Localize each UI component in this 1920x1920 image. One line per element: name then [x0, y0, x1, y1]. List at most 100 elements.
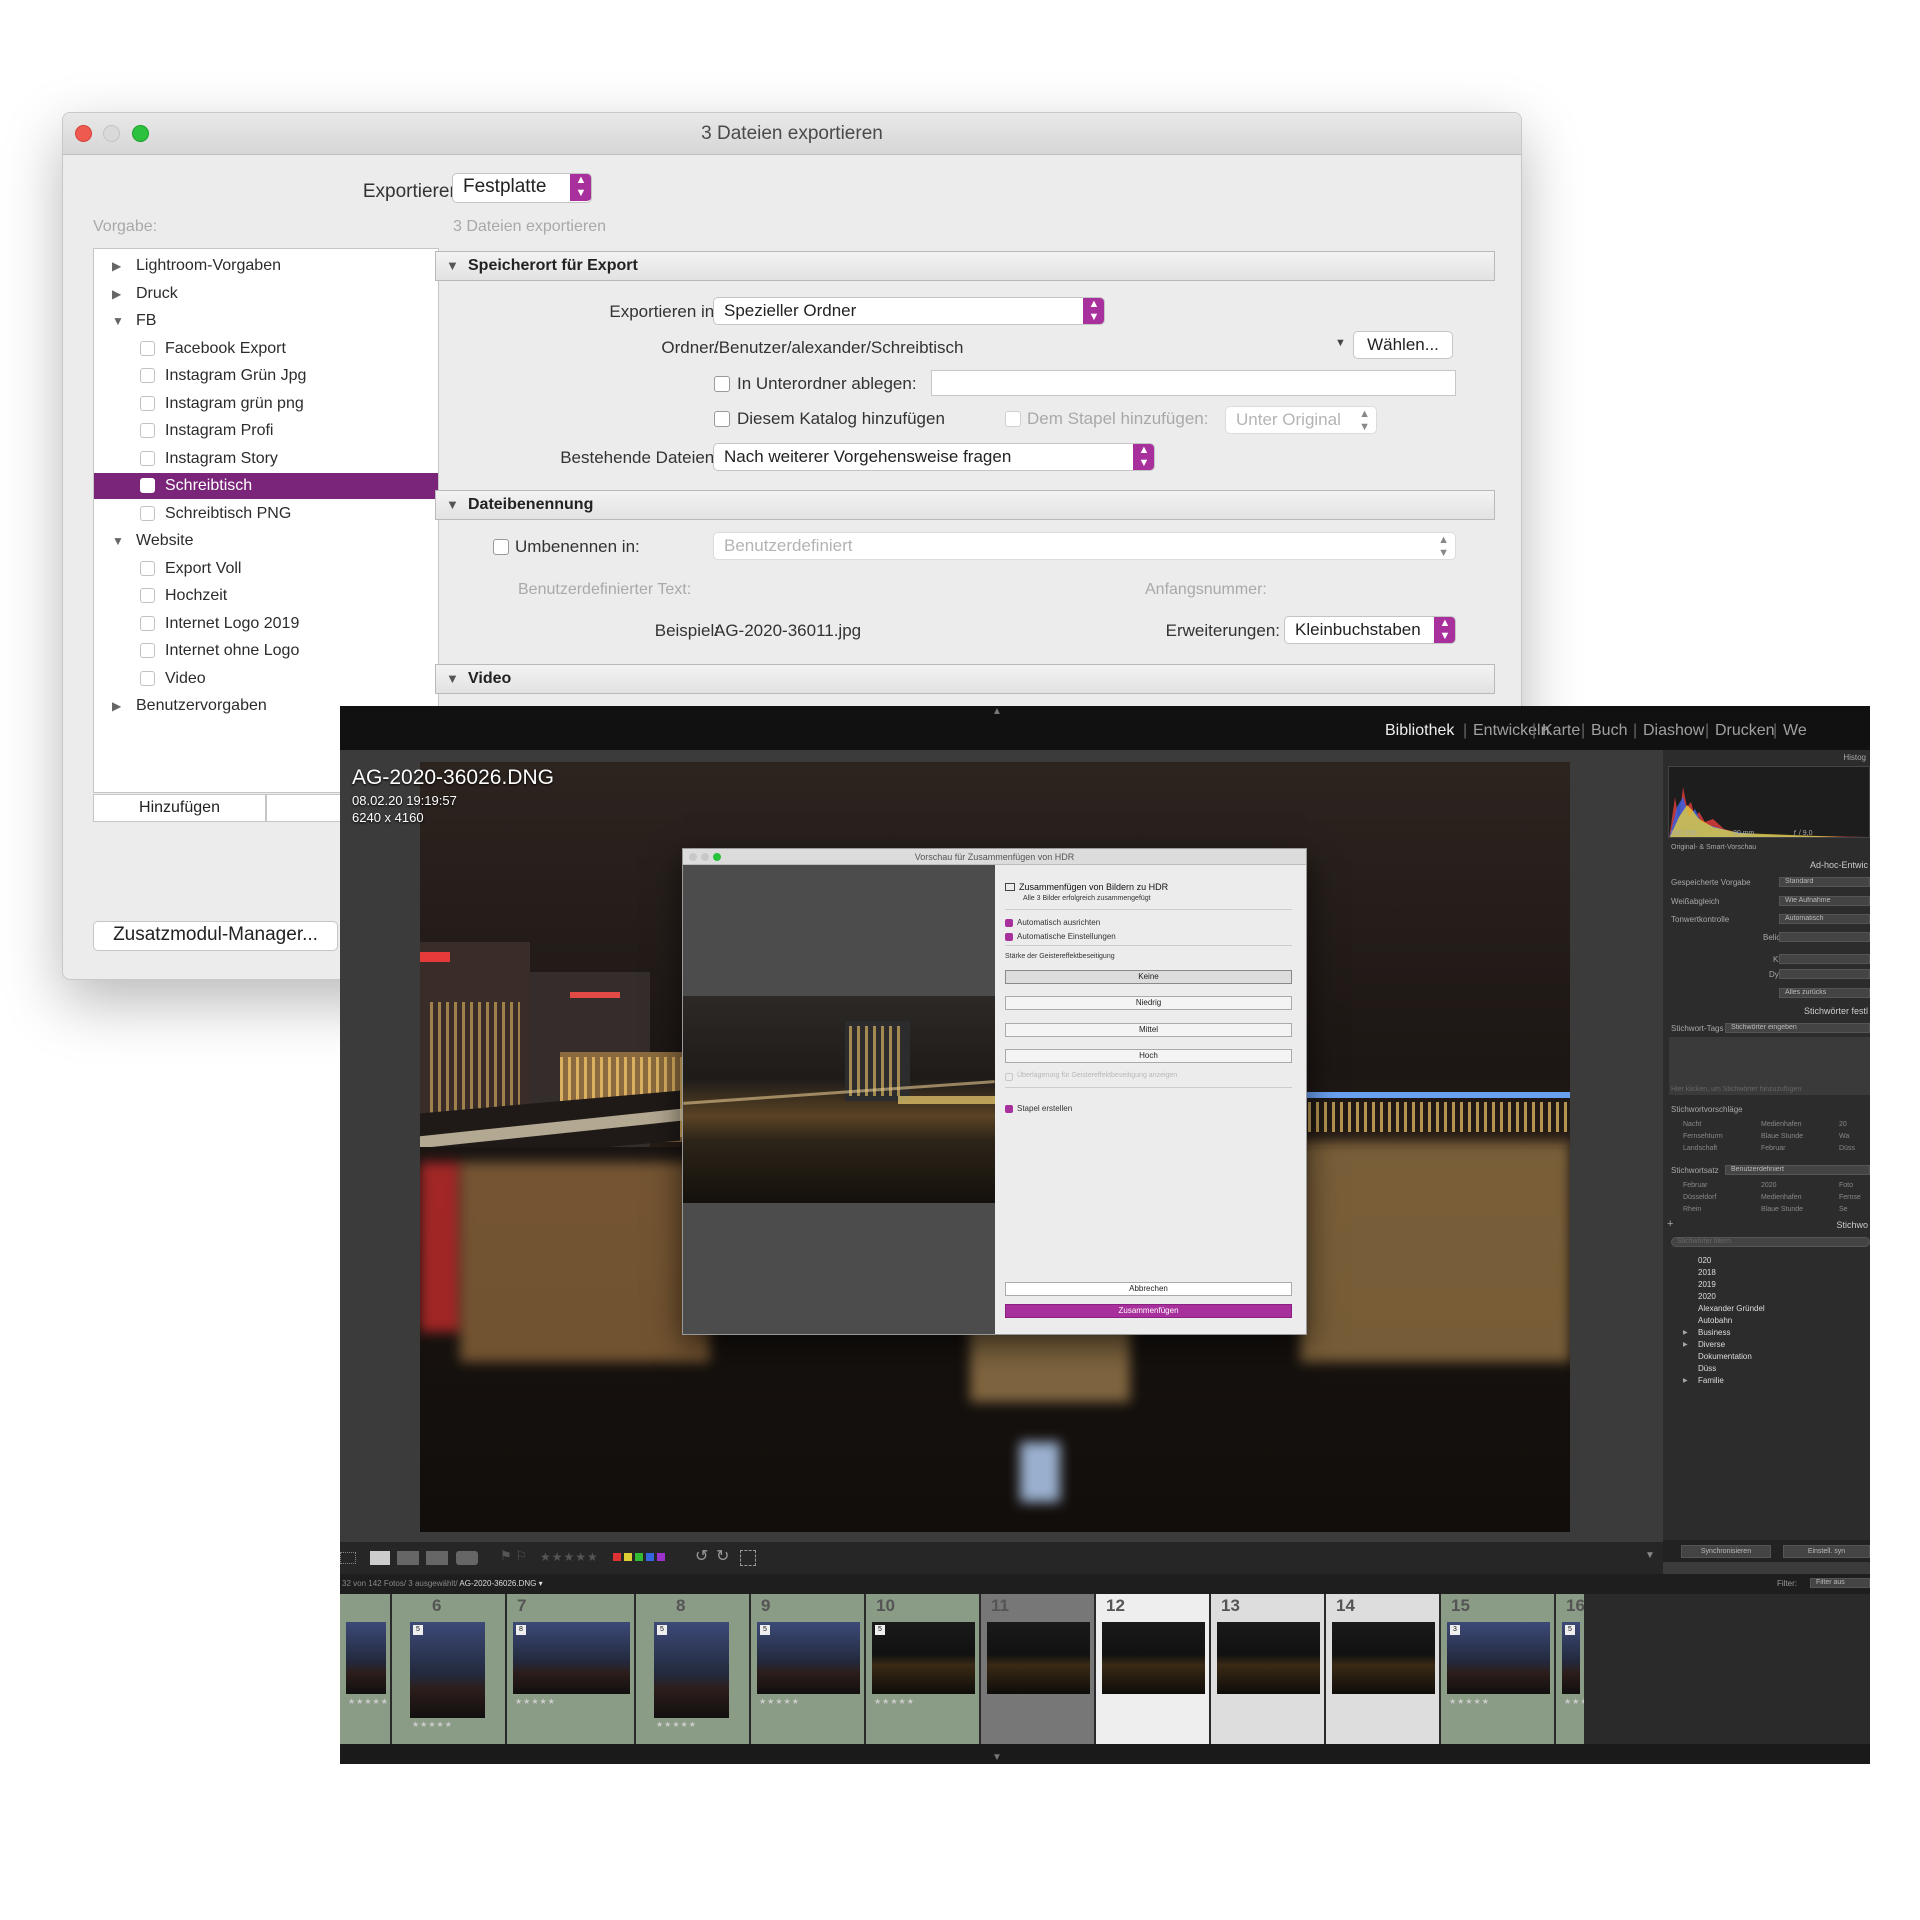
keyword-list-title[interactable]: Stichwo — [1836, 1220, 1868, 1230]
keyword-chip[interactable]: Fernsehturm — [1683, 1133, 1723, 1140]
thumbnail[interactable] — [1217, 1622, 1320, 1694]
preset-checkbox[interactable] — [140, 588, 155, 603]
stack-badge[interactable]: 5 — [1565, 1625, 1575, 1635]
thumbnail[interactable] — [1447, 1622, 1550, 1694]
preset-item[interactable]: Instagram Grün Jpg — [94, 363, 438, 389]
keyword-list-item[interactable]: Dokumentation — [1698, 1352, 1752, 1361]
module-1[interactable]: Entwickeln — [1473, 722, 1549, 740]
exposure-stepper[interactable] — [1779, 932, 1870, 942]
filmstrip-cell[interactable]: ★★★★★ — [340, 1594, 390, 1744]
zoom-button[interactable] — [713, 853, 721, 861]
preset-folder[interactable]: ▼ FB — [94, 308, 438, 334]
keyword-chip[interactable]: 2020 — [1761, 1182, 1777, 1189]
clarity-stepper[interactable] — [1779, 954, 1870, 964]
disclosure-closed-icon[interactable]: ▶ — [112, 253, 121, 279]
rename-template-select[interactable]: Benutzerdefiniert ▲ ▼ — [713, 532, 1456, 560]
preset-item[interactable]: Instagram Story — [94, 446, 438, 472]
keyword-chip[interactable]: Nacht — [1683, 1121, 1701, 1128]
rotate-left-icon[interactable]: ↺ — [695, 1546, 708, 1566]
module-0[interactable]: Bibliothek — [1385, 722, 1454, 740]
keyword-chip[interactable]: 20 — [1839, 1121, 1847, 1128]
extensions-select[interactable]: Kleinbuchstaben ▲ ▼ — [1284, 616, 1456, 644]
disclosure-closed-icon[interactable]: ▶ — [112, 693, 121, 719]
preset-item[interactable]: Export Voll — [94, 556, 438, 582]
thumbnail[interactable] — [513, 1622, 630, 1694]
stack-badge[interactable]: 5 — [760, 1625, 770, 1635]
preset-item[interactable]: Video — [94, 666, 438, 692]
deghost-low-button[interactable]: Niedrig — [1005, 996, 1292, 1010]
preset-item[interactable]: Schreibtisch PNG — [94, 501, 438, 527]
rating-stars[interactable]: ★★★★★ — [540, 1550, 599, 1564]
overlay-checkbox[interactable] — [1005, 1073, 1013, 1081]
thumbnail[interactable] — [410, 1622, 485, 1718]
preset-item[interactable]: Instagram Profi — [94, 418, 438, 444]
crop-icon[interactable] — [740, 1550, 756, 1566]
keyword-chip[interactable]: Se — [1839, 1206, 1848, 1213]
disclosure-open-icon[interactable]: ▼ — [112, 528, 124, 554]
keyword-chip[interactable]: Rhein — [1683, 1206, 1701, 1213]
export-in-select[interactable]: Spezieller Ordner ▲ ▼ — [713, 297, 1105, 325]
flag-icon[interactable]: ⚑ ⚐ — [500, 1548, 527, 1564]
quick-develop-title[interactable]: Ad-hoc-Entwic — [1810, 860, 1868, 870]
label-purple-icon[interactable] — [657, 1553, 665, 1561]
keyword-list-item[interactable]: Diverse — [1698, 1340, 1725, 1349]
filmstrip-cell[interactable]: 15 3 ★★★★★ — [1441, 1594, 1554, 1744]
filmstrip-cell[interactable]: 10 5 ★★★★★ — [866, 1594, 979, 1744]
keywording-title[interactable]: Stichwörter festl — [1804, 1006, 1868, 1016]
preset-checkbox[interactable] — [140, 423, 155, 438]
stack-badge[interactable]: 8 — [516, 1625, 526, 1635]
preset-checkbox[interactable] — [140, 615, 155, 631]
deghost-none-button[interactable]: Keine — [1005, 970, 1292, 984]
preset-item[interactable]: Hochzeit — [94, 583, 438, 609]
toolbar-menu-icon[interactable]: ▼ — [1645, 1550, 1655, 1561]
keyword-chip[interactable]: Medienhafen — [1761, 1194, 1801, 1201]
section-location-header[interactable]: ▼ Speicherort für Export — [435, 251, 1495, 281]
filmstrip-cell[interactable]: 9 5 ★★★★★ — [751, 1594, 864, 1744]
keyword-list-item[interactable]: 2018 — [1698, 1268, 1716, 1277]
keyword-chip[interactable]: Blaue Stunde — [1761, 1133, 1803, 1140]
keyword-chip[interactable]: Fernse — [1839, 1194, 1861, 1201]
stack-badge[interactable]: 5 — [657, 1625, 667, 1635]
keyword-chip[interactable]: Blaue Stunde — [1761, 1206, 1803, 1213]
preset-checkbox[interactable] — [140, 340, 155, 356]
preset-checkbox[interactable] — [140, 643, 155, 658]
preset-folder[interactable]: ▶ Lightroom-Vorgaben — [94, 253, 438, 279]
preset-checkbox[interactable] — [140, 505, 155, 521]
auto-settings-checkbox[interactable] — [1005, 933, 1013, 941]
add-keyword-icon[interactable]: + — [1667, 1218, 1673, 1230]
vibrance-stepper[interactable] — [1779, 969, 1870, 979]
survey-view-icon[interactable] — [426, 1551, 448, 1565]
preset-item[interactable]: Facebook Export — [94, 336, 438, 362]
panel-toggle-up-icon[interactable]: ▲ — [992, 706, 1002, 717]
filmstrip-cell[interactable]: 14 — [1326, 1594, 1439, 1744]
module-6[interactable]: We — [1783, 722, 1807, 740]
preset-folder[interactable]: ▼ Website — [94, 528, 438, 554]
sync-settings-button[interactable]: Einstell. syn — [1783, 1545, 1870, 1558]
keyword-chip[interactable]: Medienhafen — [1761, 1121, 1801, 1128]
add-to-catalog-checkbox[interactable] — [714, 411, 730, 427]
filmstrip-cell[interactable]: 6 5 ★★★★★ — [392, 1594, 505, 1744]
module-5[interactable]: Drucken — [1715, 722, 1775, 740]
close-button[interactable] — [689, 853, 697, 861]
keyword-list-item[interactable]: Alexander Gründel — [1698, 1304, 1765, 1313]
thumbnail[interactable] — [1332, 1622, 1435, 1694]
deghost-high-button[interactable]: Hoch — [1005, 1049, 1292, 1063]
preset-checkbox[interactable] — [140, 395, 155, 411]
expand-icon[interactable]: ▶ — [1683, 1377, 1688, 1384]
section-naming-header[interactable]: ▼ Dateibenennung — [435, 490, 1495, 520]
disclosure-closed-icon[interactable]: ▶ — [112, 281, 121, 307]
grid-view-icon[interactable] — [340, 1552, 356, 1564]
reset-all-button[interactable]: Alles zurücks — [1779, 988, 1870, 998]
thumbnail[interactable] — [654, 1622, 729, 1718]
existing-files-select[interactable]: Nach weiterer Vorgehensweise fragen ▲ ▼ — [713, 443, 1155, 471]
folder-history-dropdown-icon[interactable]: ▼ — [1335, 337, 1346, 349]
panel-toggle-down-icon[interactable]: ▼ — [992, 1752, 1002, 1763]
stack-position-select[interactable]: Unter Original ▲ ▼ — [1225, 406, 1377, 434]
preset-item[interactable]: Schreibtisch — [94, 473, 438, 499]
plugin-manager-button[interactable]: Zusatzmodul-Manager... — [93, 921, 338, 951]
label-red-icon[interactable] — [613, 1553, 621, 1561]
keyword-list-item[interactable]: 2019 — [1698, 1280, 1716, 1289]
label-green-icon[interactable] — [635, 1553, 643, 1561]
hdr-merge-button[interactable]: Zusammenfügen — [1005, 1304, 1292, 1318]
keyword-set-select[interactable]: Benutzerdefiniert — [1725, 1165, 1870, 1175]
